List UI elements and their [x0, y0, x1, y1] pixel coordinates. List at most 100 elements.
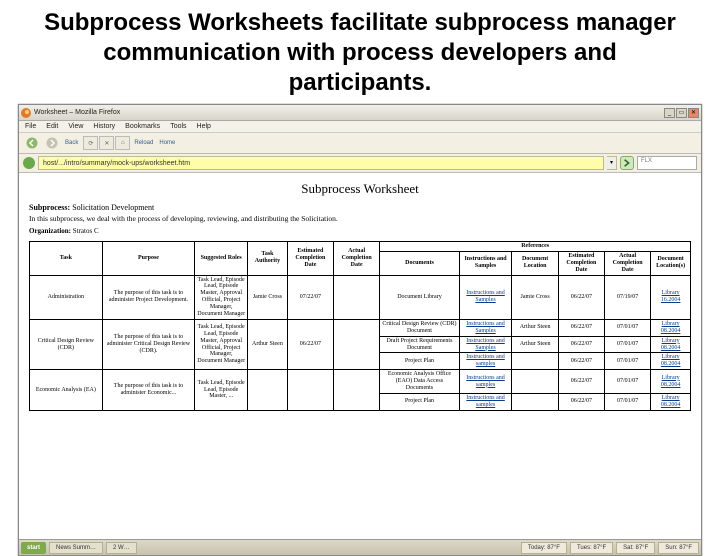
instructions-link[interactable]: Instructions and Samples: [466, 290, 505, 303]
taskbar-item[interactable]: 2 W…: [106, 542, 137, 554]
site-identity-icon[interactable]: [23, 157, 35, 169]
cell-authority: Arthur Steen: [248, 319, 288, 369]
firefox-icon: [21, 108, 31, 118]
location-link[interactable]: Library 08.2004: [661, 321, 681, 334]
weather-tray-icon[interactable]: Sun: 87°F: [658, 542, 699, 554]
cell-est: 06/22/07: [287, 319, 333, 369]
col-task: Task: [30, 242, 103, 276]
col-est: Estimated Completion Date: [287, 242, 333, 276]
menu-history[interactable]: History: [93, 123, 115, 130]
back-button[interactable]: [23, 135, 41, 151]
worksheet-table: Task Purpose Suggested Roles Task Author…: [29, 241, 691, 411]
maximize-button[interactable]: ▭: [676, 108, 687, 118]
nav-toolbar: Back ⟳ ✕ ⌂ Reload Home: [19, 133, 701, 154]
menu-tools[interactable]: Tools: [170, 123, 186, 130]
cell-roles: Task Lead, Episode Lead, Episode Master,…: [195, 275, 248, 319]
col-ract: Actual Completion Date: [605, 251, 651, 275]
url-dropdown[interactable]: ▾: [607, 156, 617, 170]
cell-ract: 07/19/07: [605, 275, 651, 319]
page-title: Subprocess Worksheet: [29, 181, 691, 197]
home-label: Home: [159, 140, 175, 146]
cell-doc: Project Plan: [380, 393, 459, 410]
col-act: Actual Completion Date: [334, 242, 380, 276]
reload-icon[interactable]: ⟳: [83, 136, 98, 150]
menu-view[interactable]: View: [68, 123, 83, 130]
cell-task: Administration: [30, 275, 103, 319]
minimize-button[interactable]: _: [664, 108, 675, 118]
menu-file[interactable]: File: [25, 123, 36, 130]
cell-ract: 07/01/07: [605, 353, 651, 370]
stop-icon[interactable]: ✕: [99, 136, 114, 150]
organization-line: Organization: Stratos C: [29, 227, 691, 235]
cell-dloc: [512, 353, 558, 370]
system-tray: Today: 87°F Tues: 87°F Sat: 87°F Sun: 87…: [521, 542, 699, 554]
url-input[interactable]: host/.../intro/summary/mock-ups/workshee…: [38, 156, 604, 170]
start-button[interactable]: start: [21, 542, 46, 554]
col-references: References: [380, 242, 691, 252]
location-link[interactable]: Library 16.2004: [661, 290, 681, 303]
header-row-top: Task Purpose Suggested Roles Task Author…: [30, 242, 691, 252]
cell-est: 07/22/07: [287, 275, 333, 319]
col-dloc: Document Location: [512, 251, 558, 275]
cell-act: [334, 319, 380, 369]
cell-dloc: [512, 393, 558, 410]
cell-ract: 07/01/07: [605, 393, 651, 410]
cell-rest: 06/22/07: [558, 393, 604, 410]
cell-dloc: Jamie Cross: [512, 275, 558, 319]
cell-authority: [248, 370, 288, 410]
cell-task: Critical Design Review (CDR): [30, 319, 103, 369]
cell-purpose: The purpose of this task is to administe…: [102, 319, 195, 369]
instructions-link[interactable]: Instructions and Samples: [466, 321, 505, 334]
weather-tray-icon[interactable]: Sat: 87°F: [616, 542, 655, 554]
table-row: Administration The purpose of this task …: [30, 275, 691, 319]
forward-button[interactable]: [43, 135, 61, 151]
location-link[interactable]: Library 08.2004: [661, 354, 681, 367]
cell-purpose: The purpose of this task is to administe…: [102, 275, 195, 319]
cell-rest: 06/22/07: [558, 275, 604, 319]
location-link[interactable]: Library 08.2004: [661, 395, 681, 408]
weather-tray-icon[interactable]: Today: 87°F: [521, 542, 567, 554]
col-roles: Suggested Roles: [195, 242, 248, 276]
instructions-link[interactable]: Instructions and Samples: [466, 338, 505, 351]
menu-bookmarks[interactable]: Bookmarks: [125, 123, 160, 130]
home-icon[interactable]: ⌂: [115, 136, 130, 150]
cell-authority: Jamie Cross: [248, 275, 288, 319]
location-link[interactable]: Library 08.2004: [661, 375, 681, 388]
col-purpose: Purpose: [102, 242, 195, 276]
cell-doc: Project Plan: [380, 353, 459, 370]
taskbar-item[interactable]: News Summ…: [49, 542, 103, 554]
cell-doc: Economic Analysis Office (EAO) Data Acce…: [380, 370, 459, 394]
col-docs: Documents: [380, 251, 459, 275]
page-content: Subprocess Worksheet Subprocess: Solicit…: [19, 173, 701, 539]
cell-rest: 06/22/07: [558, 370, 604, 394]
cell-act: [334, 275, 380, 319]
instructions-link[interactable]: Instructions and samples: [466, 354, 505, 367]
cell-rest: 06/22/07: [558, 336, 604, 353]
close-button[interactable]: ✕: [688, 108, 699, 118]
go-button[interactable]: [620, 156, 634, 170]
cell-purpose: The purpose of this task is to administe…: [102, 370, 195, 410]
cell-doc: Draft Project Requirements Document: [380, 336, 459, 353]
weather-tray-icon[interactable]: Tues: 87°F: [570, 542, 613, 554]
slide-title: Subprocess Worksheets facilitate subproc…: [0, 0, 720, 104]
browser-window: Worksheet – Mozilla Firefox _ ▭ ✕ File E…: [18, 104, 702, 556]
cell-rest: 06/22/07: [558, 319, 604, 336]
menu-help[interactable]: Help: [197, 123, 211, 130]
table-row: Economic Analysis (EA) The purpose of th…: [30, 370, 691, 394]
cell-dloc: Arthur Steen: [512, 336, 558, 353]
cell-ract: 07/01/07: [605, 370, 651, 394]
cell-roles: Task Lead, Episode Lead, Episode Master,…: [195, 319, 248, 369]
os-taskbar: start News Summ… 2 W… Today: 87°F Tues: …: [19, 539, 701, 555]
subprocess-heading: Subprocess: Solicitation Development: [29, 203, 691, 212]
col-rest: Estimated Completion Date: [558, 251, 604, 275]
search-input[interactable]: FLX: [637, 156, 697, 170]
address-bar: host/.../intro/summary/mock-ups/workshee…: [19, 154, 701, 173]
reload-label: Reload: [134, 140, 153, 146]
location-link[interactable]: Library 08.2004: [661, 338, 681, 351]
instructions-link[interactable]: Instructions and samples: [466, 395, 505, 408]
table-row: Critical Design Review (CDR) The purpose…: [30, 319, 691, 336]
cell-doc: Document Library: [380, 275, 459, 319]
instructions-link[interactable]: Instructions and samples: [466, 375, 505, 388]
menu-edit[interactable]: Edit: [46, 123, 58, 130]
col-authority: Task Authority: [248, 242, 288, 276]
